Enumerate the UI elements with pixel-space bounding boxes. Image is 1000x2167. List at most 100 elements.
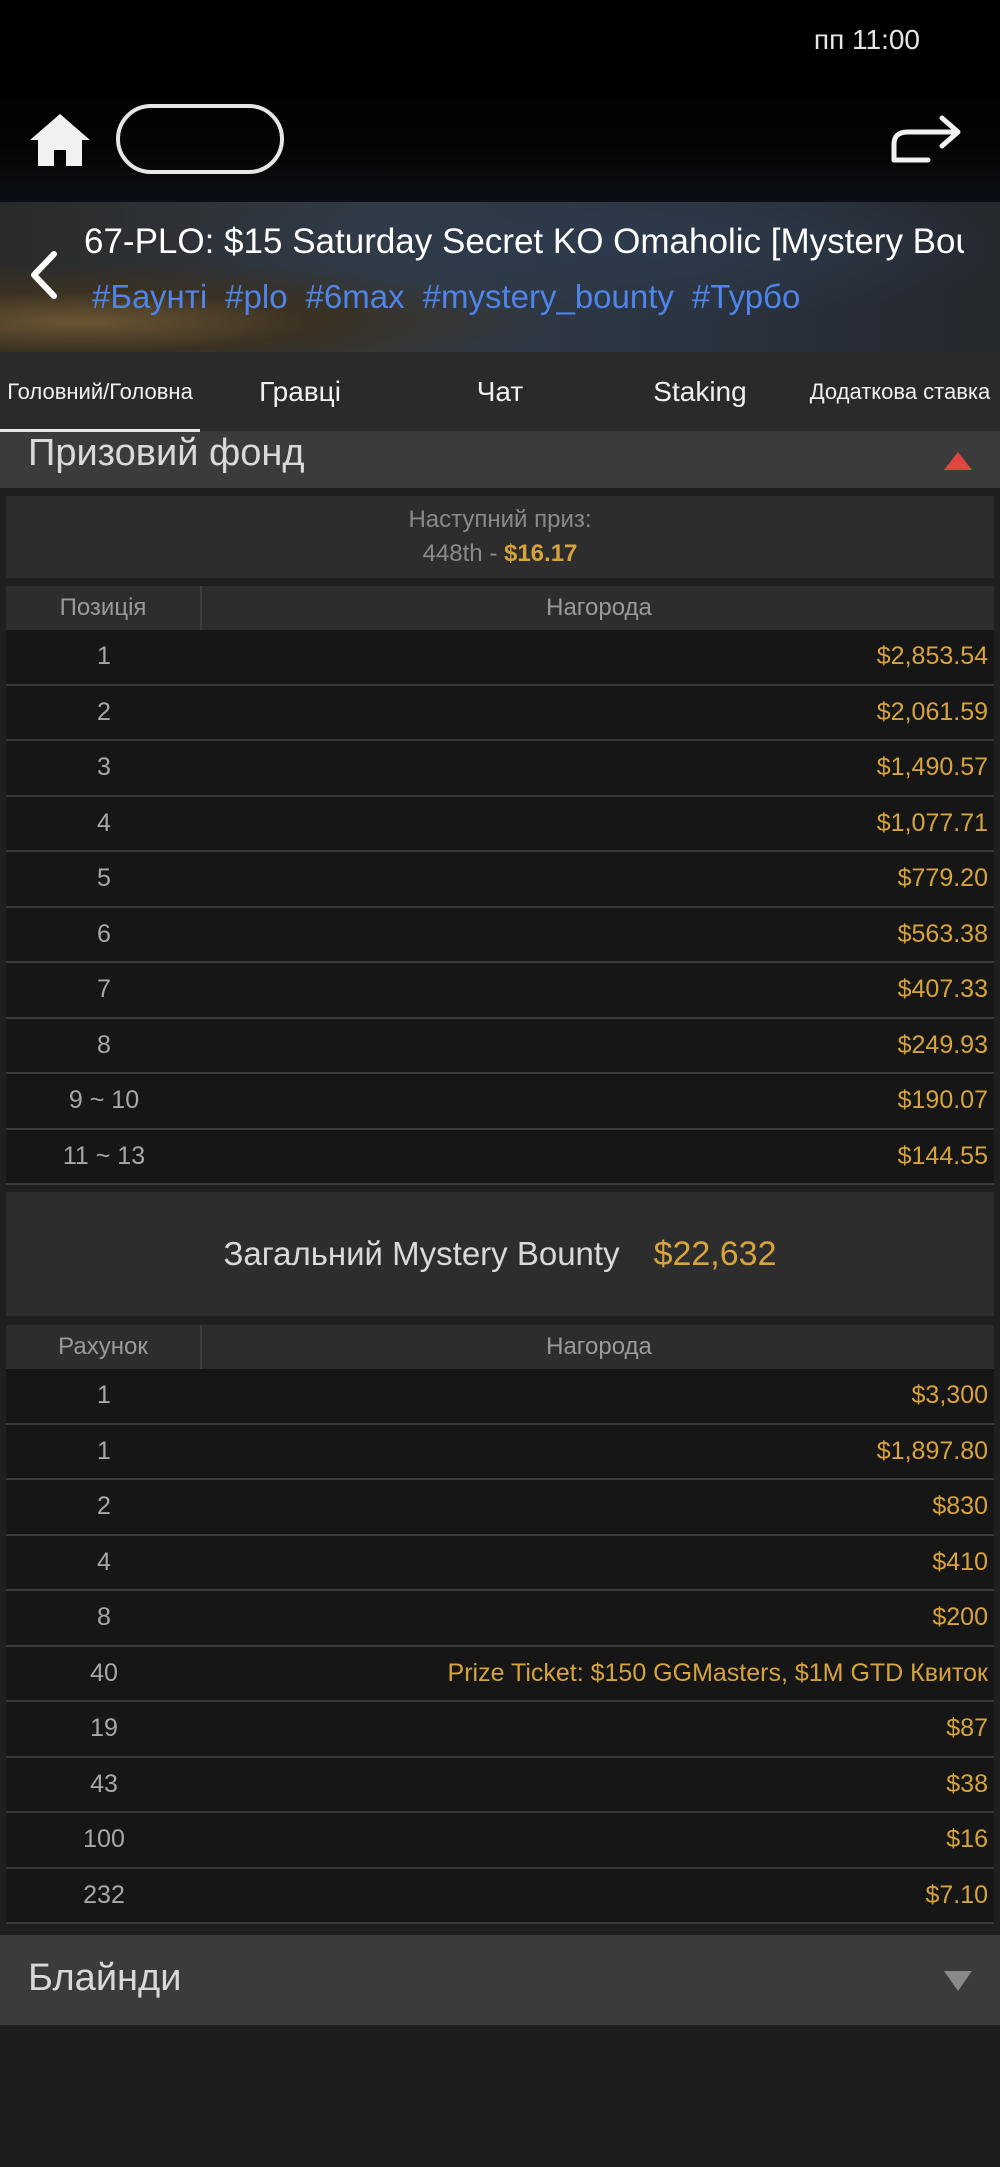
row-position: 1 bbox=[97, 642, 111, 671]
blinds-header[interactable]: Блайнди bbox=[0, 1935, 1000, 2025]
tab-bar: Головний/Головна Гравці Чат Staking Дода… bbox=[0, 352, 1000, 432]
row-count: 1 bbox=[97, 1381, 111, 1410]
table-row: 11 ~ 13 $144.55 bbox=[6, 1129, 994, 1185]
table-row: 4 $1,077.71 bbox=[6, 796, 994, 852]
account-pill-button[interactable] bbox=[116, 104, 284, 174]
prize-pool-header[interactable]: Призовий фонд bbox=[0, 432, 1000, 488]
table-row: 8 $249.93 bbox=[6, 1018, 994, 1074]
prize-table: 1 $2,853.54 2 $2,061.59 3 $1,490.57 4 $1,077… bbox=[6, 630, 994, 1185]
row-prize: $1,490.57 bbox=[876, 753, 988, 782]
row-prize: $38 bbox=[946, 1769, 988, 1798]
col-reward: Нагорода bbox=[546, 1333, 652, 1360]
tournament-tags: #Баунті #plo #6max #mystery_bounty #Турб… bbox=[92, 278, 800, 316]
table-row: 7 $407.33 bbox=[6, 963, 994, 1019]
row-count: 232 bbox=[83, 1880, 125, 1909]
row-position: 7 bbox=[97, 975, 111, 1004]
mystery-bounty-label: Загальний Mystery Bounty bbox=[223, 1235, 620, 1272]
tag[interactable]: #Баунті bbox=[92, 278, 207, 316]
prize-table-header: Позиція Нагорода bbox=[6, 586, 994, 630]
chevron-left-icon bbox=[31, 251, 57, 299]
table-row: 43 $38 bbox=[6, 1757, 994, 1813]
row-prize: $200 bbox=[932, 1603, 988, 1632]
table-row: 8 $200 bbox=[6, 1591, 994, 1647]
table-row: 100 $16 bbox=[6, 1813, 994, 1869]
app-bar bbox=[0, 80, 1000, 202]
next-prize-separator: - bbox=[482, 540, 504, 567]
tab-side-bet[interactable]: Додаткова ставка bbox=[800, 352, 1000, 432]
table-row: 1 $3,300 bbox=[6, 1369, 994, 1425]
table-row: 4 $410 bbox=[6, 1535, 994, 1591]
row-prize: $3,300 bbox=[911, 1381, 988, 1410]
tab-main[interactable]: Головний/Головна bbox=[0, 352, 200, 432]
table-row: 19 $87 bbox=[6, 1702, 994, 1758]
row-prize: $2,061.59 bbox=[876, 697, 988, 726]
table-row: 232 $7.10 bbox=[6, 1868, 994, 1924]
bounty-table-header: Рахунок Нагорода bbox=[6, 1325, 994, 1369]
row-count: 43 bbox=[90, 1769, 118, 1798]
table-row: 6 $563.38 bbox=[6, 907, 994, 963]
row-prize: $190.07 bbox=[897, 1086, 988, 1115]
tag[interactable]: #mystery_bounty bbox=[423, 278, 674, 316]
table-row: 2 $2,061.59 bbox=[6, 685, 994, 741]
row-prize: $1,897.80 bbox=[876, 1436, 988, 1465]
row-prize: $249.93 bbox=[897, 1030, 988, 1059]
tag[interactable]: #Турбо bbox=[692, 278, 800, 316]
row-prize: $2,853.54 bbox=[876, 642, 988, 671]
row-prize: $1,077.71 bbox=[876, 808, 988, 837]
row-position: 9 ~ 10 bbox=[68, 1086, 140, 1115]
table-row: 1 $1,897.80 bbox=[6, 1424, 994, 1480]
share-arrow-icon bbox=[891, 115, 961, 163]
mystery-bounty-total: $22,632 bbox=[653, 1234, 777, 1273]
next-prize-position: 448th bbox=[422, 540, 483, 567]
expand-down-icon[interactable] bbox=[944, 1971, 972, 1991]
status-time: пп 11:00 bbox=[813, 24, 920, 55]
row-count: 1 bbox=[97, 1436, 111, 1465]
next-prize-label: Наступний приз: bbox=[408, 506, 592, 533]
col-position: Позиція bbox=[6, 586, 202, 630]
row-prize: $779.20 bbox=[897, 864, 988, 893]
tab-players[interactable]: Гравці bbox=[200, 352, 400, 432]
row-prize: $407.33 bbox=[897, 975, 988, 1004]
row-position: 6 bbox=[97, 919, 111, 948]
home-button[interactable] bbox=[28, 110, 92, 170]
row-count: 100 bbox=[83, 1825, 125, 1854]
table-row: 1 $2,853.54 bbox=[6, 630, 994, 686]
next-prize-value: $16.17 bbox=[503, 540, 578, 567]
table-row: 40 Prize Ticket: $150 GGMasters, $1M GTD … bbox=[6, 1646, 994, 1702]
row-prize: $7.10 bbox=[925, 1880, 988, 1909]
row-count: 19 bbox=[90, 1714, 118, 1743]
tag[interactable]: #6max bbox=[306, 278, 405, 316]
row-count: 4 bbox=[97, 1547, 111, 1576]
share-button[interactable] bbox=[888, 110, 964, 166]
table-row: 3 $1,490.57 bbox=[6, 741, 994, 797]
status-bar: пп 11:00 bbox=[0, 0, 1000, 80]
bounty-table: 1 $3,300 1 $1,897.80 2 $830 4 $410 8 $200 40 P… bbox=[6, 1369, 994, 1924]
collapse-up-icon[interactable] bbox=[944, 452, 972, 470]
row-prize: $16 bbox=[946, 1825, 988, 1854]
tab-staking[interactable]: Staking bbox=[600, 352, 800, 432]
tournament-title: 67-PLO: $15 Saturday Secret KO Omaholic … bbox=[84, 222, 964, 261]
mystery-bounty-total-box: Загальний Mystery Bounty $22,632 bbox=[6, 1192, 994, 1316]
blinds-title: Блайнди bbox=[28, 1957, 182, 1999]
row-count: 2 bbox=[97, 1492, 111, 1521]
table-row: 9 ~ 10 $190.07 bbox=[6, 1074, 994, 1130]
home-icon bbox=[30, 114, 90, 166]
col-count: Рахунок bbox=[6, 1325, 202, 1369]
row-position: 8 bbox=[97, 1030, 111, 1059]
row-count: 40 bbox=[90, 1658, 118, 1687]
row-position: 4 bbox=[97, 808, 111, 837]
next-prize-box: Наступний приз: 448th - $16.17 bbox=[6, 496, 994, 578]
tag[interactable]: #plo bbox=[225, 278, 287, 316]
empty-area bbox=[0, 2025, 1000, 2167]
row-prize: $830 bbox=[932, 1492, 988, 1521]
row-position: 5 bbox=[97, 864, 111, 893]
tab-chat[interactable]: Чат bbox=[400, 352, 600, 432]
row-prize: $410 bbox=[932, 1547, 988, 1576]
row-prize: $87 bbox=[946, 1714, 988, 1743]
row-prize: Prize Ticket: $150 GGMasters, $1M GTD Кв… bbox=[447, 1658, 988, 1687]
back-button[interactable] bbox=[26, 248, 60, 302]
row-count: 8 bbox=[97, 1603, 111, 1632]
row-position: 2 bbox=[97, 697, 111, 726]
table-row: 5 $779.20 bbox=[6, 852, 994, 908]
row-prize: $563.38 bbox=[897, 919, 988, 948]
